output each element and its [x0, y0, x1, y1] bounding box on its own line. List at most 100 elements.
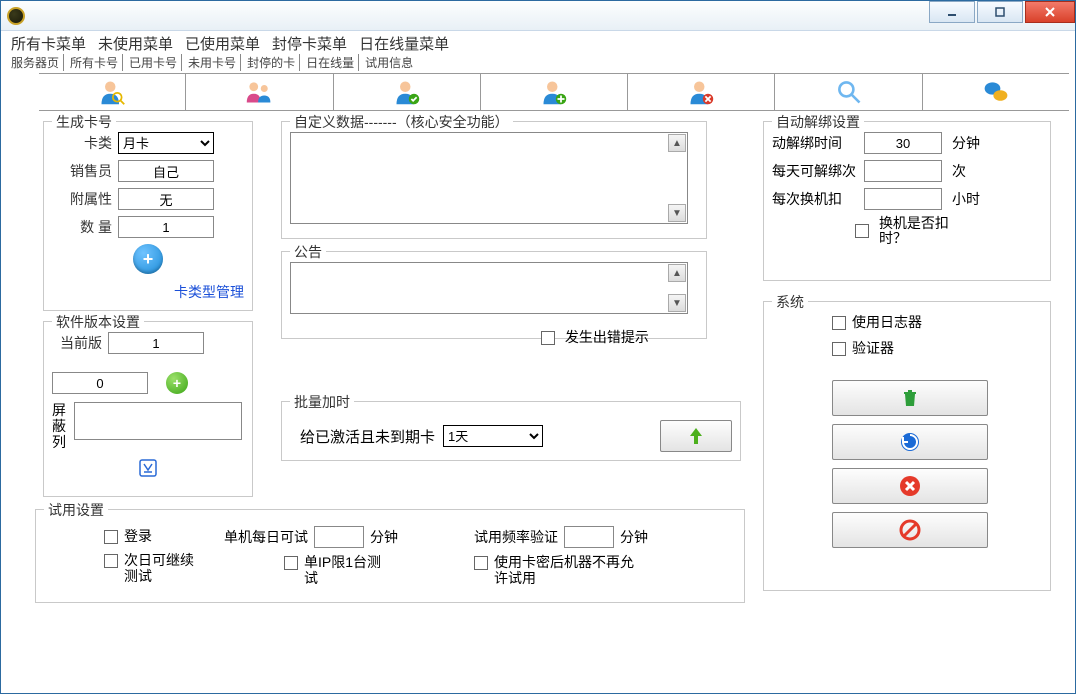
- attr-input[interactable]: [118, 188, 214, 210]
- tab-strip: 服务器页 所有卡号 已用卡号 未用卡号 封停的卡 日在线量 试用信息: [1, 53, 1075, 71]
- tab-online[interactable]: 日在线量: [302, 54, 359, 71]
- tool-users-group[interactable]: [186, 74, 333, 110]
- unbind-swap-checkbox[interactable]: [855, 224, 869, 238]
- seller-label: 销售员: [52, 161, 112, 181]
- trial-single-input[interactable]: [314, 526, 364, 548]
- system-validator-checkbox[interactable]: [832, 342, 846, 356]
- group-title: 试用设置: [44, 500, 108, 520]
- maximize-button[interactable]: [977, 1, 1023, 23]
- group-title: 批量加时: [290, 392, 354, 412]
- blocklist-label: 屏蔽列: [52, 402, 74, 450]
- trial-freq-unit: 分钟: [620, 527, 648, 547]
- trial-single-label: 单机每日可试: [224, 527, 308, 547]
- qty-label: 数 量: [52, 217, 112, 237]
- tab-trial[interactable]: 试用信息: [361, 54, 417, 71]
- icon-toolbar: [39, 73, 1069, 111]
- unbind-daily-input[interactable]: [864, 160, 942, 182]
- group-title: 系统: [772, 292, 808, 312]
- close-button[interactable]: [1025, 1, 1075, 23]
- notice-listbox[interactable]: ▲ ▼: [290, 262, 688, 314]
- tool-chat[interactable]: [923, 74, 1069, 110]
- current-version-input[interactable]: [108, 332, 204, 354]
- scroll-up[interactable]: ▲: [668, 134, 686, 152]
- card-type-manage-link[interactable]: 卡类型管理: [174, 284, 244, 300]
- notice-error-checkbox[interactable]: [541, 331, 555, 345]
- notice-error-label: 发生出错提示: [565, 329, 649, 345]
- unbind-daily-label: 每天可解绑次: [772, 161, 864, 181]
- titlebar: [1, 1, 1075, 31]
- group-custom-data: 自定义数据-------（核心安全功能） ▲ ▼: [281, 121, 707, 239]
- menu-blocked[interactable]: 封停卡菜单: [272, 33, 347, 54]
- generate-add-button[interactable]: +: [133, 244, 163, 274]
- group-notice: 公告 ▲ ▼: [281, 251, 707, 339]
- app-window: 所有卡菜单 未使用菜单 已使用菜单 封停卡菜单 日在线量菜单 服务器页 所有卡号…: [0, 0, 1076, 694]
- batch-label: 给已激活且未到期卡: [300, 426, 435, 447]
- group-batch-time: 批量加时 给已激活且未到期卡 1天: [281, 401, 741, 461]
- qty-input[interactable]: [118, 216, 214, 238]
- trial-nextday-label: 次日可继续测试: [124, 552, 204, 584]
- custom-data-listbox[interactable]: ▲ ▼: [290, 132, 688, 224]
- trial-ip-limit-label: 单IP限1台测试: [304, 554, 384, 586]
- tab-unused-cards[interactable]: 未用卡号: [184, 54, 241, 71]
- system-refresh-button[interactable]: [832, 424, 988, 460]
- system-validator-label: 验证器: [852, 340, 894, 356]
- unbind-swap-label: 每次换机扣: [772, 189, 864, 209]
- unbind-time-input[interactable]: [864, 132, 942, 154]
- tab-server[interactable]: 服务器页: [7, 54, 64, 71]
- trial-freq-label: 试用频率验证: [474, 527, 558, 547]
- tab-blocked-cards[interactable]: 封停的卡: [243, 54, 300, 71]
- current-version-label: 当前版: [52, 333, 102, 353]
- version-add-button[interactable]: +: [166, 372, 188, 394]
- seller-input[interactable]: [118, 160, 214, 182]
- system-cancel-button[interactable]: [832, 468, 988, 504]
- trial-single-unit: 分钟: [370, 527, 398, 547]
- menu-used[interactable]: 已使用菜单: [185, 33, 260, 54]
- group-title: 自动解绑设置: [772, 112, 864, 132]
- card-type-label: 卡类: [52, 133, 112, 153]
- app-icon: [7, 7, 25, 25]
- tool-user-check[interactable]: [334, 74, 481, 110]
- tool-user-remove[interactable]: [628, 74, 775, 110]
- group-generate-card: 生成卡号 卡类 月卡 销售员 附属性 数 量 + 卡类型管理: [43, 121, 253, 311]
- unbind-swap-checkbox-label: 换机是否扣时？: [879, 216, 959, 246]
- tool-user-add[interactable]: [481, 74, 628, 110]
- card-type-select[interactable]: 月卡: [118, 132, 214, 154]
- scroll-up[interactable]: ▲: [668, 264, 686, 282]
- group-trial: 试用设置 登录 次日可继续测试 单机每日可试 分钟 单IP限1台测试 试: [35, 509, 745, 603]
- version-num-input[interactable]: [52, 372, 148, 394]
- unbind-swap-input[interactable]: [864, 188, 942, 210]
- system-logger-checkbox[interactable]: [832, 316, 846, 330]
- group-title: 公告: [290, 242, 326, 262]
- trial-freq-input[interactable]: [564, 526, 614, 548]
- blocklist-box[interactable]: [74, 402, 242, 440]
- scroll-down[interactable]: ▼: [668, 204, 686, 222]
- notice-error-row: 发生出错提示: [541, 327, 649, 347]
- batch-duration-select[interactable]: 1天: [443, 425, 543, 447]
- tool-user-search[interactable]: [39, 74, 186, 110]
- scroll-down[interactable]: ▼: [668, 294, 686, 312]
- tool-search[interactable]: [775, 74, 922, 110]
- system-logger-label: 使用日志器: [852, 314, 922, 330]
- recycle-icon[interactable]: [136, 467, 160, 484]
- tab-used-cards[interactable]: 已用卡号: [125, 54, 182, 71]
- system-forbid-button[interactable]: [832, 512, 988, 548]
- trial-nextday-checkbox[interactable]: [104, 554, 118, 568]
- group-title: 生成卡号: [52, 112, 116, 132]
- menu-online[interactable]: 日在线量菜单: [359, 33, 449, 54]
- menu-unused[interactable]: 未使用菜单: [98, 33, 173, 54]
- unbind-daily-unit: 次: [952, 161, 966, 181]
- unbind-time-unit: 分钟: [952, 133, 980, 153]
- menubar: 所有卡菜单 未使用菜单 已使用菜单 封停卡菜单 日在线量菜单: [1, 31, 1075, 53]
- tab-all-cards[interactable]: 所有卡号: [66, 54, 123, 71]
- group-title: 自定义数据-------（核心安全功能）: [290, 112, 513, 132]
- menu-all-cards[interactable]: 所有卡菜单: [11, 33, 86, 54]
- batch-apply-button[interactable]: [660, 420, 732, 452]
- minimize-button[interactable]: [929, 1, 975, 23]
- trial-ip-limit-checkbox[interactable]: [284, 556, 298, 570]
- system-delete-button[interactable]: [832, 380, 988, 416]
- trial-after-card-checkbox[interactable]: [474, 556, 488, 570]
- group-auto-unbind: 自动解绑设置 动解绑时间 分钟 每天可解绑次 次 每次换机扣 小时 换机是否扣时…: [763, 121, 1051, 281]
- trial-login-checkbox[interactable]: [104, 530, 118, 544]
- group-version: 软件版本设置 当前版 + 屏蔽列: [43, 321, 253, 497]
- attr-label: 附属性: [52, 189, 112, 209]
